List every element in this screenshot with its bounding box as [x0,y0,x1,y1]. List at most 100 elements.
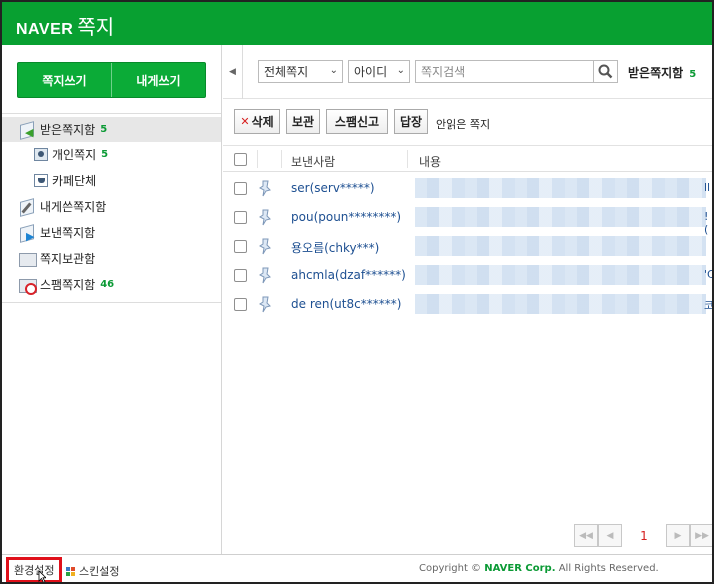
search-box [415,60,618,83]
sender-name[interactable]: ahcmla(dzaf******) [291,268,406,282]
skin-settings-link[interactable]: 스킨설정 [66,563,119,579]
collapse-sidebar-button[interactable]: ◀ [223,45,243,99]
sidebar-item-self-notes[interactable]: 내게쓴쪽지함 [2,194,221,219]
scope-select-value: 전체쪽지 [264,65,309,79]
header-bar: NAVER 쪽지 [2,2,712,45]
copyright-suffix: All Rights Reserved. [558,563,659,574]
mailbox-title-label: 받은쪽지함 [628,66,684,80]
search-input[interactable] [416,61,593,82]
sidebar-item-label: 받은쪽지함 [40,123,96,137]
pin-icon[interactable] [258,267,272,284]
sidebar-item-personal[interactable]: 개인쪽지 5 [2,142,221,167]
compose-button[interactable]: 쪽지쓰기 [18,63,111,97]
chevron-right-icon: ▶ [674,530,682,541]
page-number[interactable]: 1 [622,524,666,547]
search-field-select[interactable]: 아이디 ⌄ [348,60,410,83]
table-row[interactable]: 용오름(chky***) [223,232,712,261]
next-page-button[interactable]: ▶ [666,524,690,547]
sidebar-divider [2,302,221,303]
write-to-self-button[interactable]: 내게쓰기 [111,63,205,97]
row-checkbox[interactable] [234,240,247,253]
delete-button[interactable]: ✕ 삭제 [234,109,280,134]
message-preview-redacted[interactable] [415,265,706,285]
scope-select[interactable]: 전체쪽지 ⌄ [258,60,343,83]
close-icon: ✕ [240,115,250,128]
skin-settings-label: 스킨설정 [79,565,120,578]
copyright-prefix: Copyright © [419,563,482,574]
unread-count-badge: 5 [100,124,108,135]
message-preview-redacted[interactable] [415,178,706,198]
sidebar-divider [2,113,221,114]
sidebar: 쪽지쓰기 내게쓰기 받은쪽지함 5 개인쪽지 5 카페단체 내게쓴쪽지함 보낸쪽… [2,45,222,554]
select-all-checkbox[interactable] [234,153,247,166]
chevron-left-icon: ◀ [229,67,236,77]
row-checkbox[interactable] [234,182,247,195]
chevron-down-icon: ⌄ [329,65,338,76]
row-checkbox[interactable] [234,269,247,282]
column-divider [407,150,408,168]
footer: 환경설정 스킨설정 Copyright © NAVER Corp. All Ri… [2,554,712,582]
sender-name[interactable]: pou(poun********) [291,210,401,224]
pin-icon[interactable] [258,180,272,197]
self-note-icon [18,198,36,216]
pin-icon[interactable] [258,296,272,313]
column-divider [257,150,258,168]
sidebar-item-label: 보낸쪽지함 [40,226,96,240]
unread-filter-link[interactable]: 안읽은 쪽지 [436,116,490,132]
folder-icon [18,250,37,268]
message-preview-tail: ll [704,181,711,194]
mailbox-count: 5 [689,69,697,80]
sidebar-item-label: 카페단체 [52,174,97,188]
column-header-sender: 보낸사람 [291,155,336,169]
spam-folder-icon [18,276,37,295]
sidebar-item-archive[interactable]: 쪽지보관함 [2,246,221,271]
sidebar-item-spam[interactable]: 스팸쪽지함 46 [2,272,221,297]
pin-icon[interactable] [258,209,272,226]
copyright-text: Copyright © NAVER Corp. All Rights Reser… [419,563,659,574]
sidebar-item-label: 스팸쪽지함 [40,278,96,292]
message-preview-redacted[interactable] [415,236,706,256]
sender-name[interactable]: 용오름(chky***) [291,239,379,256]
column-header-content: 내용 [419,155,442,169]
cafe-icon [34,174,48,187]
archive-button[interactable]: 보관 [286,109,320,134]
write-button-group: 쪽지쓰기 내게쓰기 [17,62,206,98]
naver-logo: NAVER [16,21,74,38]
sidebar-item-label: 개인쪽지 [52,148,97,162]
skin-grid-icon [66,566,75,576]
message-list-panel: ◀ 전체쪽지 ⌄ 아이디 ⌄ 받은쪽지함 5 [223,45,712,554]
inbox-icon [18,121,36,139]
sidebar-item-sent[interactable]: 보낸쪽지함 [2,220,221,245]
sidebar-item-cafe-group[interactable]: 카페단체 [2,168,221,193]
search-button[interactable] [593,61,617,82]
pin-icon[interactable] [258,238,272,255]
row-checkbox[interactable] [234,298,247,311]
sender-name[interactable]: ser(serv*****) [291,181,375,195]
app-title: 쪽지 [77,15,115,39]
person-icon [34,148,48,161]
double-chevron-right-icon: ▶▶ [695,530,709,541]
table-row[interactable]: ser(serv*****) ll [223,174,712,203]
delete-button-label: 삭제 [251,115,274,129]
message-preview-redacted[interactable] [415,294,706,314]
outbox-icon [18,224,36,243]
table-row[interactable]: de ren(ut8c******) 코 [223,290,712,319]
first-page-button[interactable]: ◀◀ [574,524,598,547]
report-spam-button[interactable]: 스팸신고 [326,109,388,134]
app-logo[interactable]: NAVER 쪽지 [16,11,114,40]
search-toolbar: ◀ 전체쪽지 ⌄ 아이디 ⌄ 받은쪽지함 5 [223,45,712,99]
chevron-down-icon: ⌄ [396,65,405,76]
prev-page-button[interactable]: ◀ [598,524,622,547]
last-page-button[interactable]: ▶▶ [690,524,712,547]
search-field-select-value: 아이디 [354,65,388,79]
reply-button[interactable]: 답장 [394,109,428,134]
settings-link[interactable]: 환경설정 [6,557,63,582]
column-divider [281,150,282,168]
row-checkbox[interactable] [234,211,247,224]
table-row[interactable]: ahcmla(dzaf******) 'C [223,261,712,290]
sidebar-item-inbox[interactable]: 받은쪽지함 5 [2,117,221,142]
message-preview-redacted[interactable] [415,207,706,227]
sender-name[interactable]: de ren(ut8c******) [291,297,401,311]
table-row[interactable]: pou(poun********) !( [223,203,712,236]
unread-count-badge: 46 [100,279,115,290]
